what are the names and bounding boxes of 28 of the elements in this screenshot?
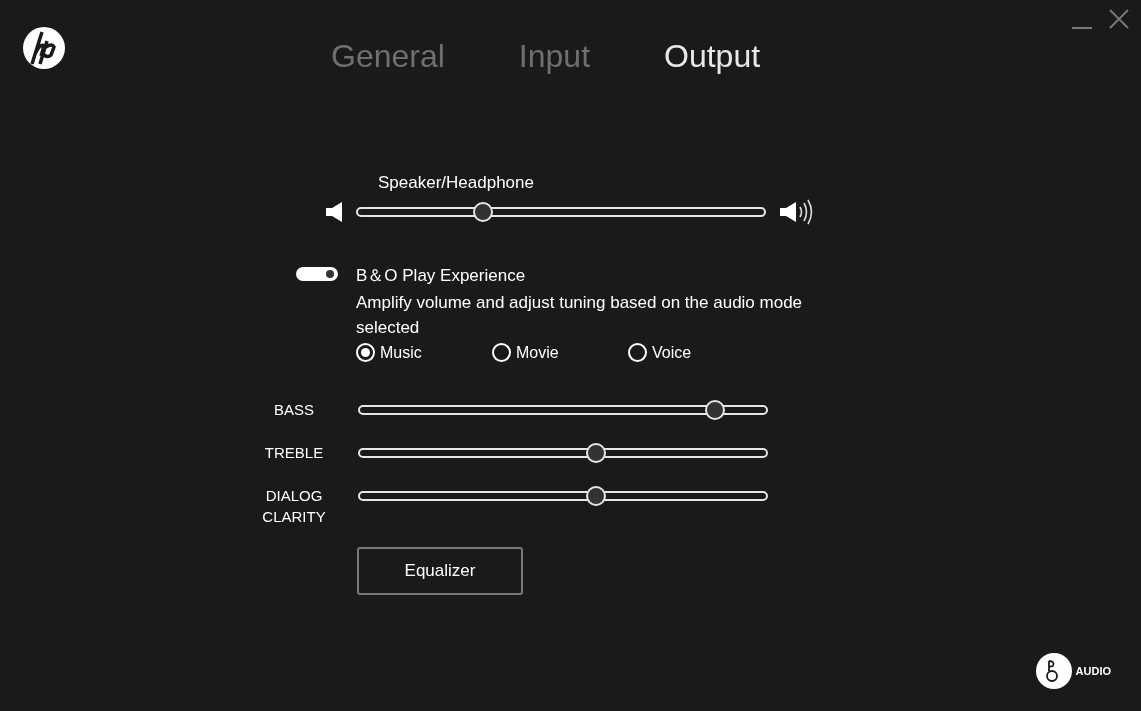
hp-logo-icon	[22, 26, 66, 70]
brand-logo-icon	[1035, 653, 1072, 689]
radio-button[interactable]	[492, 343, 511, 362]
brand-label: AUDIO	[1075, 663, 1111, 679]
slider[interactable]	[358, 484, 768, 507]
slider-thumb[interactable]	[585, 442, 606, 463]
slider[interactable]	[358, 398, 768, 421]
equalizer-button[interactable]: Equalizer	[357, 546, 523, 595]
slider-label: Speaker/Headphone	[378, 172, 535, 194]
slider-label: DIALOG CLARITY	[261, 485, 327, 527]
tab[interactable]: Output	[664, 32, 761, 80]
feature-title: B＆O Play Experience	[356, 264, 527, 287]
radio-option[interactable]: Movie	[492, 340, 628, 365]
slider-thumb[interactable]	[704, 399, 725, 420]
radio-option[interactable]: Voice	[628, 340, 764, 365]
slider[interactable]	[356, 200, 766, 223]
slider-label: BASS	[273, 399, 315, 420]
slider-label: TREBLE	[263, 442, 325, 463]
close-icon[interactable]	[1109, 9, 1129, 29]
radio-option[interactable]: Music	[356, 340, 492, 365]
speaker-icon	[324, 200, 344, 223]
radio-button[interactable]	[628, 343, 647, 362]
radio-button[interactable]	[356, 343, 375, 362]
toggle-switch[interactable]	[296, 266, 338, 281]
slider-thumb[interactable]	[585, 485, 606, 506]
feature-description: Amplify volume and adjust tuning based on the audio mode selected	[356, 291, 804, 339]
slider[interactable]	[358, 441, 768, 464]
slider-thumb[interactable]	[473, 201, 494, 222]
